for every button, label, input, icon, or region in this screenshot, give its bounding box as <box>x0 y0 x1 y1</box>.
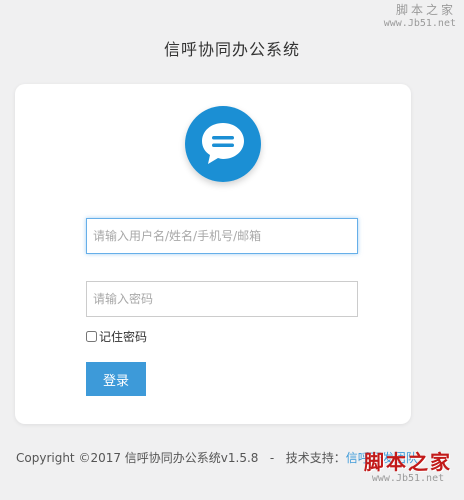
tech-support-label: 技术支持： <box>285 451 346 465</box>
watermark-bottom: 脚本之家 www.Jb51.net <box>364 451 452 484</box>
footer: Copyright ©2017 信呼协同办公系统v1.5.8 - 技术支持：信呼… <box>16 449 418 466</box>
password-input[interactable] <box>86 281 358 317</box>
chat-bubble-icon <box>185 106 261 182</box>
footer-separator: - <box>269 451 275 465</box>
remember-password-label: 记住密码 <box>99 330 148 344</box>
copyright-text: Copyright ©2017 信呼协同办公系统v1.5.8 <box>16 451 259 465</box>
username-input[interactable] <box>86 218 358 254</box>
watermark-bottom-url: www.Jb51.net <box>371 473 445 484</box>
login-card: 记住密码 登录 <box>15 84 411 424</box>
login-button[interactable]: 登录 <box>86 362 146 396</box>
watermark-bottom-site-name: 脚本之家 <box>364 450 452 474</box>
page-title: 信呼协同办公系统 <box>163 40 300 59</box>
remember-password[interactable]: 记住密码 <box>86 328 147 345</box>
watermark-top: 脚本之家 www.Jb51.net <box>384 3 456 31</box>
watermark-site-name: 脚本之家 <box>395 3 456 17</box>
remember-password-checkbox[interactable] <box>86 331 97 342</box>
watermark-url: www.Jb51.net <box>383 18 456 29</box>
